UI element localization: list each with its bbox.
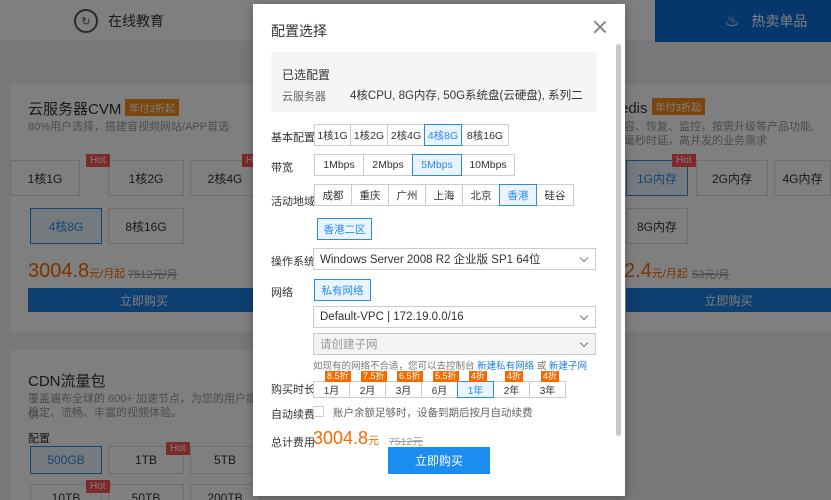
duration-option-selected[interactable]: 4折 1年 [457, 371, 494, 398]
basic-option[interactable]: 8核16G [461, 124, 509, 146]
duration-option[interactable]: 6.5折 3月 [385, 371, 423, 398]
scrollbar[interactable] [616, 44, 621, 436]
basic-config-group: 1核1G 1核2G 2核4G 4核8G 8核16G [314, 124, 509, 146]
region-option-selected[interactable]: 香港 [499, 184, 537, 206]
network-label: 网络 [271, 287, 293, 299]
duration-option[interactable]: 4折 3年 [529, 371, 566, 398]
basic-config-label: 基本配置 [271, 132, 315, 144]
os-select[interactable]: Windows Server 2008 R2 企业版 SP1 64位 [313, 248, 596, 270]
vpc-select[interactable]: Default-VPC | 172.19.0.0/16 [313, 306, 596, 328]
subnet-select-placeholder: 请创建子网 [320, 339, 378, 351]
duration-option[interactable]: 4折 2年 [493, 371, 530, 398]
duration-option-label: 6月 [421, 381, 458, 398]
summary-title: 已选配置 [282, 68, 331, 82]
duration-option-label: 3月 [385, 381, 422, 398]
network-type-selected[interactable]: 私有网络 [314, 279, 371, 301]
bandwidth-option[interactable]: 10Mbps [461, 154, 515, 176]
region-option[interactable]: 北京 [462, 184, 500, 206]
discount-badge: 5.5折 [433, 371, 459, 382]
auto-renew-label: 自动续费 [271, 409, 315, 421]
duration-group: 8.5折 1月 7.5折 2月 6.5折 3月 5.5折 6月 4折 1年 4折… [313, 371, 566, 398]
bandwidth-option[interactable]: 2Mbps [363, 154, 413, 176]
total-price-unit: 元 [368, 435, 380, 447]
bandwidth-option-selected[interactable]: 5Mbps [412, 154, 462, 176]
region-option[interactable]: 硅谷 [536, 184, 574, 206]
duration-label: 购买时长 [271, 384, 315, 396]
basic-option-selected[interactable]: 4核8G [424, 124, 462, 146]
region-option[interactable]: 上海 [425, 184, 463, 206]
zone-option-selected[interactable]: 香港二区 [317, 218, 372, 240]
vpc-select-value: Default-VPC | 172.19.0.0/16 [320, 311, 464, 323]
duration-option[interactable]: 7.5折 2月 [349, 371, 387, 398]
bandwidth-label: 带宽 [271, 162, 293, 174]
region-group: 成都 重庆 广州 上海 北京 香港 硅谷 [314, 184, 574, 206]
bandwidth-option[interactable]: 1Mbps [314, 154, 364, 176]
selected-config-summary: 已选配置 云服务器 4核CPU, 8G内存, 50G系统盘(云硬盘), 系列二 [271, 52, 597, 112]
discount-badge: 7.5折 [361, 371, 387, 382]
region-option[interactable]: 重庆 [351, 184, 389, 206]
config-modal: 配置选择 已选配置 云服务器 4核CPU, 8G内存, 50G系统盘(云硬盘),… [253, 4, 625, 496]
os-label: 操作系统 [271, 256, 315, 268]
duration-option-label: 3年 [529, 381, 566, 398]
duration-option[interactable]: 8.5折 1月 [313, 371, 351, 398]
buy-now-button[interactable]: 立即购买 [388, 447, 490, 474]
discount-badge: 4折 [469, 371, 488, 382]
chevron-down-icon [579, 253, 589, 263]
network-hint: 如现有的网络不合适，您可以去控制台 新建私有网络 或 新建子网 [313, 358, 587, 372]
duration-option-label: 2月 [349, 381, 386, 398]
region-label: 活动地域 [271, 196, 315, 208]
auto-renew-text: 账户余额足够时，设备到期后按月自动续费 [333, 407, 533, 419]
region-option[interactable]: 广州 [388, 184, 426, 206]
basic-option[interactable]: 1核2G [350, 124, 388, 146]
summary-label: 云服务器 [282, 91, 326, 103]
duration-option-label: 1年 [457, 381, 494, 398]
basic-option[interactable]: 2核4G [387, 124, 425, 146]
total-label: 总计费用 [271, 437, 315, 449]
bandwidth-group: 1Mbps 2Mbps 5Mbps 10Mbps [314, 154, 515, 176]
duration-option[interactable]: 5.5折 6月 [421, 371, 459, 398]
close-icon[interactable] [593, 20, 607, 34]
total-price-value: 3004.8 [313, 428, 369, 448]
discount-badge: 4折 [541, 371, 560, 382]
basic-option[interactable]: 1核1G [314, 124, 351, 146]
discount-badge: 8.5折 [325, 371, 351, 382]
os-select-value: Windows Server 2008 R2 企业版 SP1 64位 [320, 254, 541, 266]
subnet-select[interactable]: 请创建子网 [313, 333, 596, 355]
chevron-down-icon [579, 311, 589, 321]
modal-title: 配置选择 [271, 23, 327, 39]
chevron-down-icon [579, 338, 589, 348]
duration-option-label: 1月 [313, 381, 350, 398]
discount-badge: 6.5折 [397, 371, 423, 382]
auto-renew-checkbox[interactable] [313, 406, 324, 417]
discount-badge: 4折 [505, 371, 524, 382]
region-option[interactable]: 成都 [314, 184, 352, 206]
total-price: 3004.8元 [313, 428, 379, 449]
duration-option-label: 2年 [493, 381, 530, 398]
summary-value: 4核CPU, 8G内存, 50G系统盘(云硬盘), 系列二 [350, 90, 583, 102]
